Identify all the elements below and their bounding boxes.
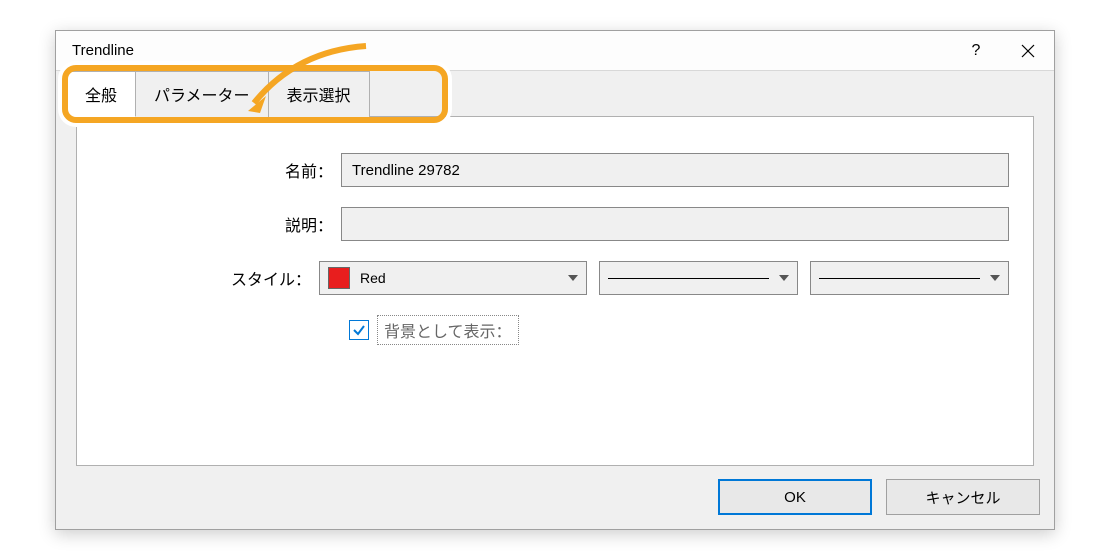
background-checkbox[interactable] [349, 320, 369, 340]
chevron-down-icon [568, 275, 578, 281]
dialog-button-row: OK キャンセル [718, 479, 1040, 515]
name-label: 名前： [101, 158, 341, 182]
line-style-select[interactable] [599, 261, 798, 295]
description-label: 説明： [101, 212, 341, 236]
name-input[interactable] [341, 153, 1009, 187]
color-swatch-icon [328, 267, 350, 289]
background-checkbox-label: 背景として表示： [377, 315, 519, 345]
tab-display[interactable]: 表示選択 [268, 71, 370, 117]
cancel-button[interactable]: キャンセル [886, 479, 1040, 515]
tab-strip: 全般 パラメーター 表示選択 [66, 71, 1044, 117]
help-button[interactable]: ? [950, 31, 1002, 71]
line-width-select[interactable] [810, 261, 1009, 295]
style-label: スタイル： [101, 266, 319, 290]
line-width-preview-icon [819, 278, 980, 279]
close-icon [1021, 44, 1035, 58]
chevron-down-icon [990, 275, 1000, 281]
ok-button[interactable]: OK [718, 479, 872, 515]
description-input[interactable] [341, 207, 1009, 241]
color-select[interactable]: Red [319, 261, 587, 295]
trendline-dialog: Trendline ? 全般 パラメーター 表示選択 名前： 説明： [55, 30, 1055, 530]
titlebar: Trendline ? [56, 31, 1054, 71]
tab-general[interactable]: 全般 [66, 71, 136, 117]
checkmark-icon [352, 323, 366, 337]
help-icon: ? [972, 42, 981, 60]
dialog-title: Trendline [72, 42, 950, 59]
close-button[interactable] [1002, 31, 1054, 71]
chevron-down-icon [779, 275, 789, 281]
color-name: Red [360, 270, 386, 286]
tab-panel-general: 名前： 説明： スタイル： Red [76, 116, 1034, 466]
tab-parameters[interactable]: パラメーター [135, 71, 269, 117]
line-style-preview-icon [608, 278, 769, 279]
